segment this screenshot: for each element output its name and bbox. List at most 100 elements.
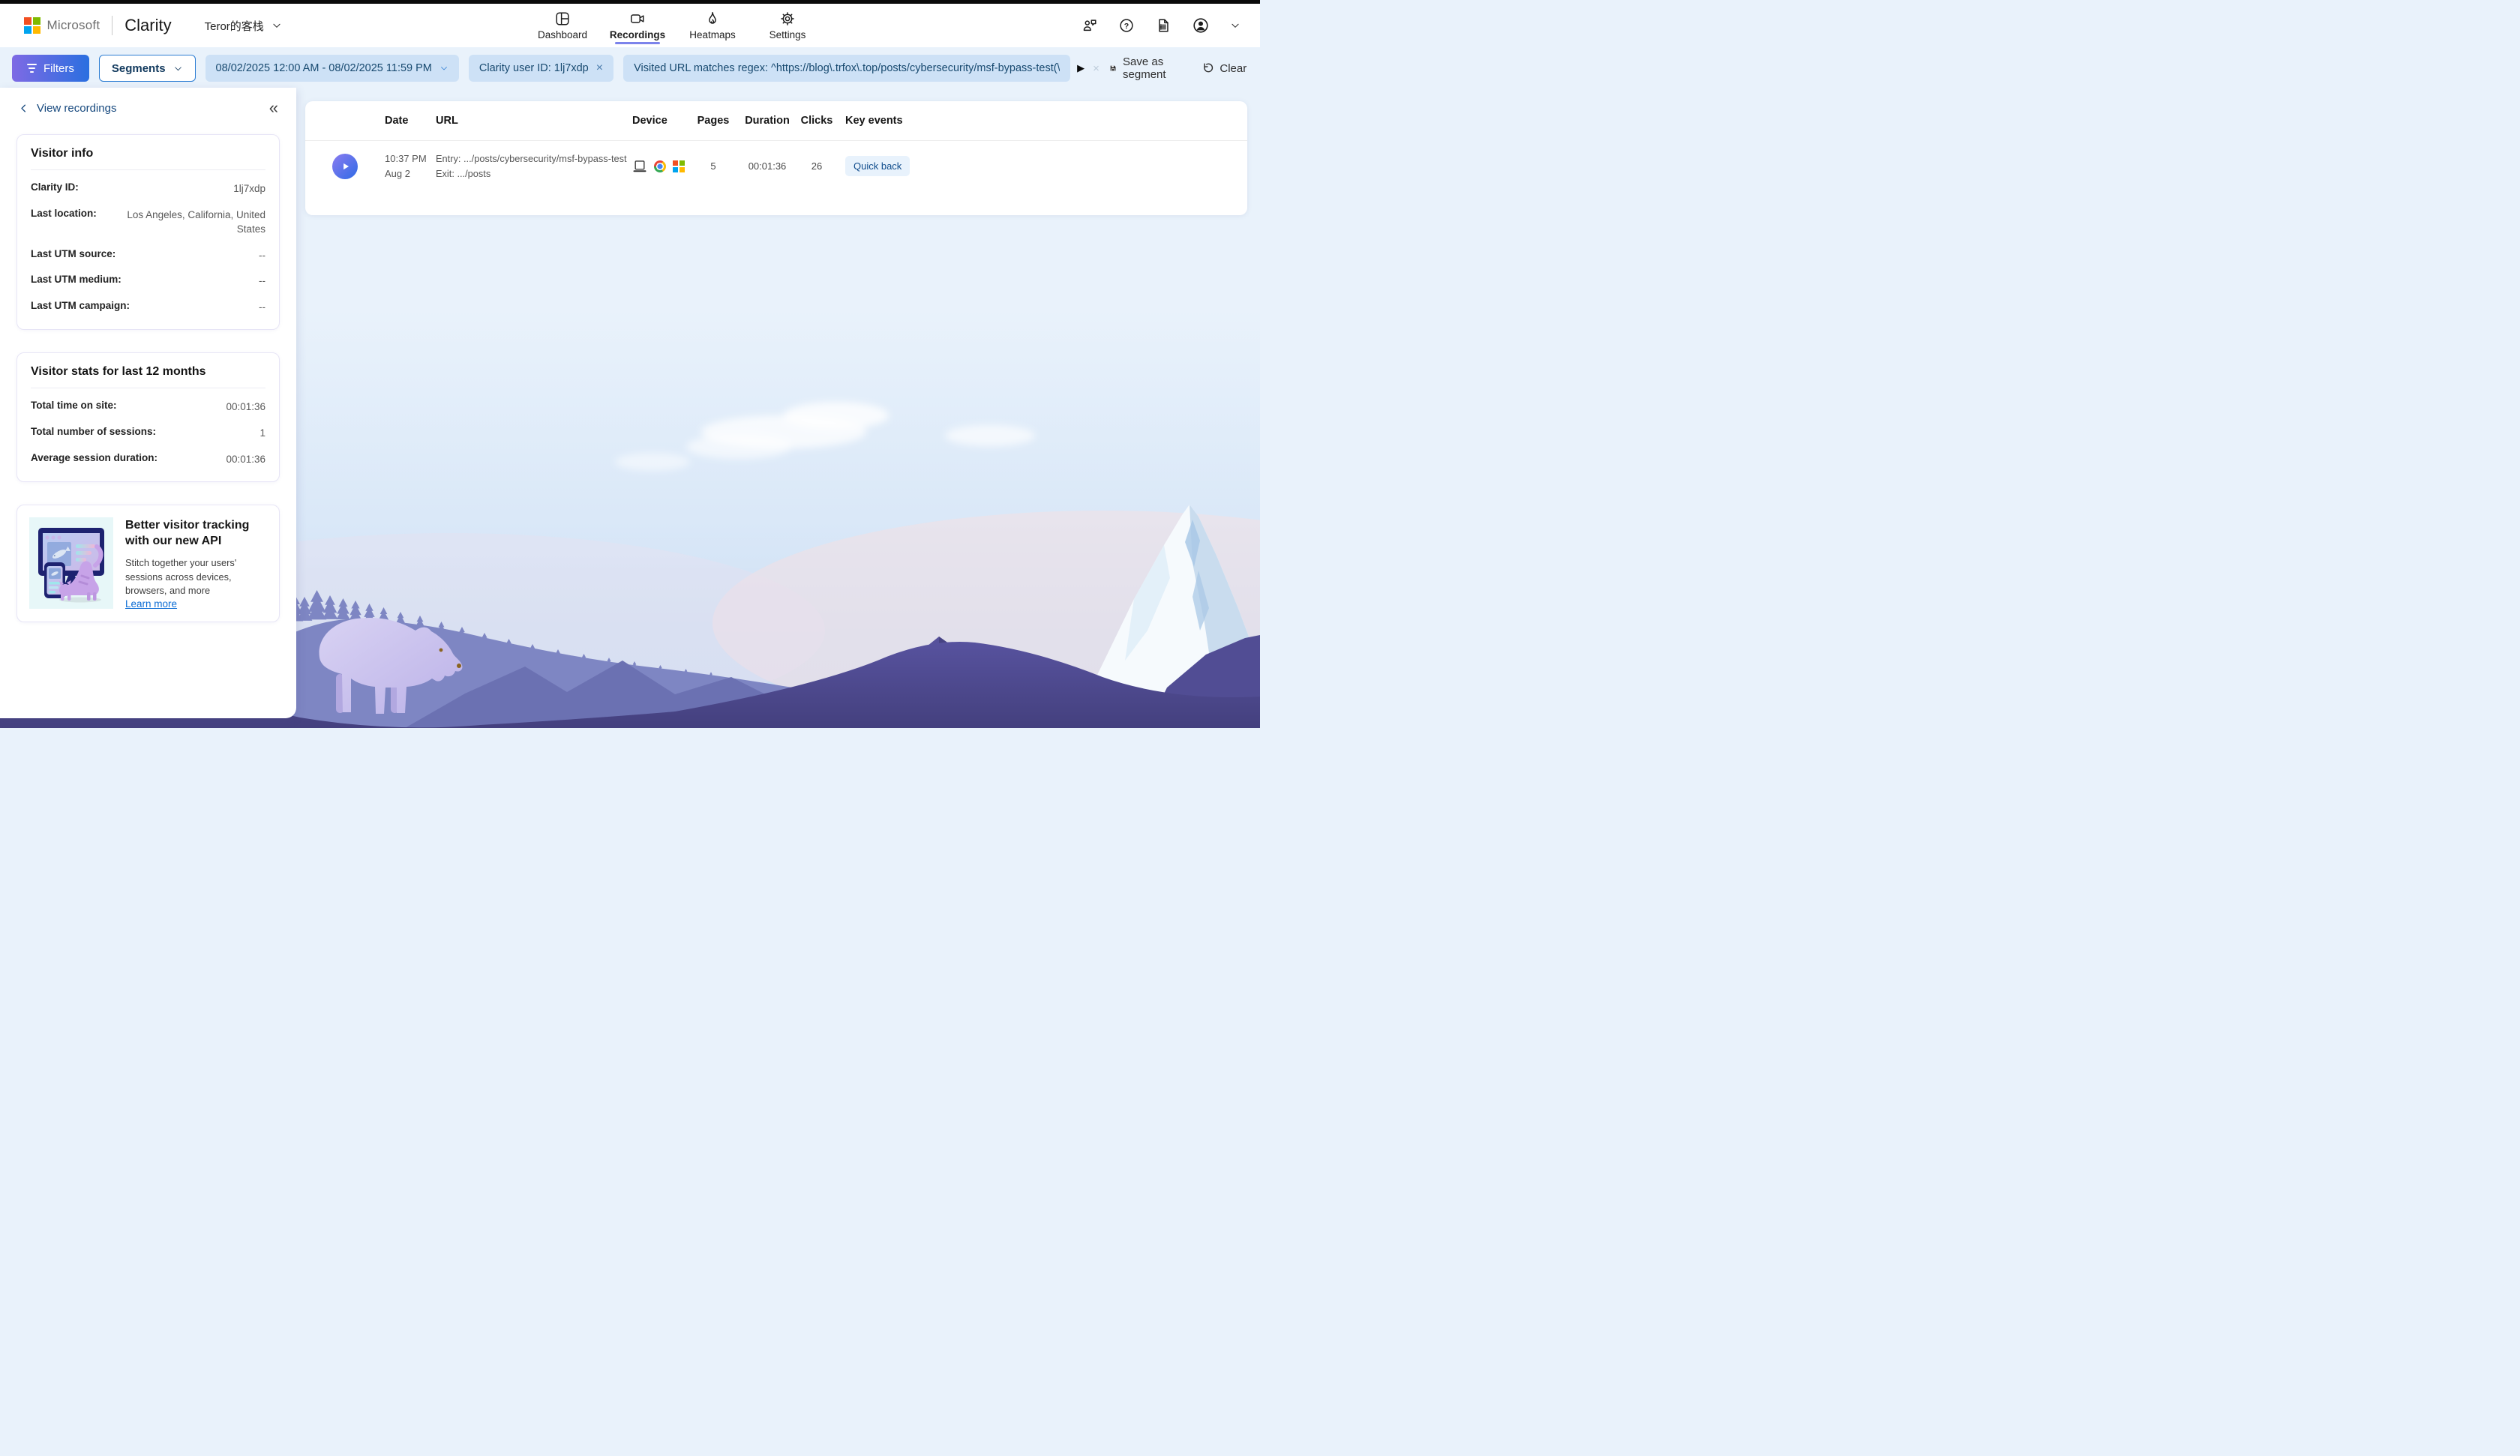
row-value: 00:01:36 [226,400,266,415]
row-label: Clarity ID: [31,181,79,196]
filter-bar: Filters Segments 08/02/2025 12:00 AM - 0… [0,55,1260,82]
table-header-row: Date URL Device Pages Duration Clicks Ke… [305,101,1247,141]
col-header-duration: Duration [734,115,800,127]
filter-icon [27,64,37,73]
row-value: -- [259,300,266,315]
segments-button[interactable]: Segments [99,55,196,82]
row-value: 1lj7xdp [233,181,266,196]
heatmaps-icon [704,10,721,27]
row-label: Last UTM medium: [31,274,122,289]
stats-row-total-time: Total time on site: 00:01:36 [31,400,266,415]
recording-row[interactable]: 10:37 PM Aug 2 Entry: .../posts/cybersec… [305,141,1247,181]
cell-pages: 5 [692,160,734,172]
row-label: Total number of sessions: [31,426,156,441]
filter-chip-date-range[interactable]: 08/02/2025 12:00 AM - 08/02/2025 11:59 P… [206,55,459,82]
col-header-clicks: Clicks [800,115,833,127]
account-icon[interactable] [1192,16,1210,34]
col-header-url: URL [436,115,632,127]
windows-icon [673,160,685,172]
laptop-icon [632,159,647,174]
top-bar: Microsoft Clarity Teror的客栈 Dashboard Rec… [0,4,1260,47]
play-recording-button[interactable] [332,154,358,179]
undo-icon [1200,61,1214,75]
topbar-actions: ? [1082,16,1260,34]
chevron-down-icon [272,20,282,31]
learn-more-link[interactable]: Learn more [125,598,267,610]
visitor-stats-card: Visitor stats for last 12 months Total t… [16,352,280,482]
row-label: Average session duration: [31,452,158,467]
close-icon[interactable]: × [1093,62,1100,75]
visitor-side-panel: View recordings « Visitor info Clarity I… [0,88,296,718]
view-recordings-back-link[interactable]: View recordings [18,102,116,115]
tab-recordings[interactable]: Recordings [604,4,670,47]
browser-top-strip [0,0,1260,4]
cell-url: Entry: .../posts/cybersecurity/msf-bypas… [436,151,632,181]
feedback-icon[interactable] [1082,17,1098,34]
cell-date: 10:37 PM Aug 2 [385,151,436,181]
project-name: Teror的客栈 [205,18,264,34]
row-value: -- [259,274,266,289]
filter-chip-clarity-user-id[interactable]: Clarity user ID: 1lj7xdp × [469,55,614,82]
chip-expand-icon[interactable]: ▶ [1077,62,1084,74]
recording-date: Aug 2 [385,166,436,181]
stats-row-total-sessions: Total number of sessions: 1 [31,426,266,441]
cell-clicks: 26 [800,160,833,172]
microsoft-wordmark: Microsoft [47,18,100,33]
collapse-panel-icon[interactable]: « [269,100,278,116]
visitor-info-card: Visitor info Clarity ID: 1lj7xdp Last lo… [16,134,280,330]
filter-actions: Save as segment Clear [1109,55,1272,81]
close-icon[interactable]: × [596,62,603,74]
microsoft-logo-icon [24,17,40,34]
promo-text: Better visitor tracking with our new API… [125,517,267,610]
info-row-utm-campaign: Last UTM campaign: -- [31,300,266,315]
key-event-badge: Quick back [845,156,910,176]
product-name: Clarity [124,16,171,35]
help-icon[interactable]: ? [1118,17,1135,34]
account-chevron-down-icon[interactable] [1230,20,1240,31]
row-label: Last UTM source: [31,248,116,263]
tab-label: Settings [770,29,806,40]
col-header-key-events: Key events [833,115,1247,127]
panel-header: View recordings « [0,88,296,121]
tab-heatmaps[interactable]: Heatmaps [680,4,746,47]
chevron-down-icon[interactable] [440,64,448,73]
cell-device [632,159,692,174]
tab-dashboard[interactable]: Dashboard [530,4,596,47]
chip-label: Visited URL matches regex: ^https://blog… [634,62,1060,74]
info-row-utm-medium: Last UTM medium: -- [31,274,266,289]
recording-time: 10:37 PM [385,151,436,166]
filter-chip-visited-url-regex[interactable]: Visited URL matches regex: ^https://blog… [623,55,1070,82]
recordings-table-card: Date URL Device Pages Duration Clicks Ke… [305,101,1247,215]
col-header-pages: Pages [692,115,734,127]
row-value: -- [259,248,266,263]
api-promo-card: Better visitor tracking with our new API… [16,505,280,622]
release-notes-icon[interactable] [1155,17,1172,34]
promo-title: Better visitor tracking with our new API [125,517,267,549]
save-as-segment-button[interactable]: Save as segment [1109,55,1172,81]
dashboard-icon [554,10,571,27]
filters-button[interactable]: Filters [12,55,89,82]
clear-filters-button[interactable]: Clear [1200,61,1246,75]
tab-label: Dashboard [538,29,587,40]
row-label: Last location: [31,208,97,237]
save-icon [1109,61,1117,75]
chrome-icon [654,160,666,172]
cell-key-events: Quick back [833,156,1247,176]
tab-label: Heatmaps [689,29,736,40]
back-link-label: View recordings [37,102,116,115]
project-selector[interactable]: Teror的客栈 [205,18,282,34]
promo-illustration [29,517,113,609]
col-header-device: Device [632,115,692,127]
tab-label: Recordings [610,29,665,40]
card-title: Visitor stats for last 12 months [31,365,266,379]
chip-label: 08/02/2025 12:00 AM - 08/02/2025 11:59 P… [216,62,432,74]
chip-label: Clarity user ID: 1lj7xdp [479,62,589,74]
clear-label: Clear [1220,62,1246,75]
filters-label: Filters [44,62,74,75]
row-label: Last UTM campaign: [31,300,130,315]
tab-settings[interactable]: Settings [754,4,820,47]
main-nav: Dashboard Recordings Heatmaps Settings [530,4,820,47]
play-icon [340,161,351,172]
cell-duration: 00:01:36 [734,160,800,172]
exit-url: Exit: .../posts [436,166,632,181]
